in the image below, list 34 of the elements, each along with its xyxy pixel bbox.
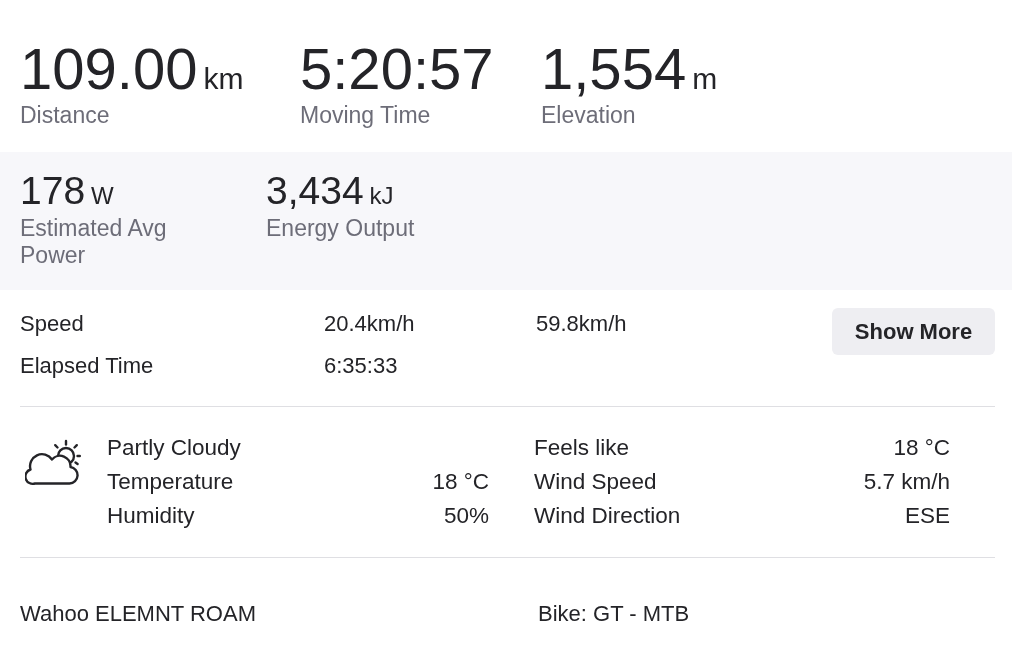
stat-value: 178: [20, 171, 86, 211]
stat-unit: kJ: [369, 181, 394, 211]
show-more-button[interactable]: Show More: [832, 308, 995, 355]
weather-value: 18 °C: [432, 469, 489, 495]
detail-label: Elapsed Time: [20, 353, 154, 379]
stat-label: Energy Output: [266, 215, 415, 242]
bike-name: Bike: GT - MTB: [538, 601, 690, 627]
weather-value: 18 °C: [893, 435, 950, 461]
weather-value: ESE: [904, 503, 950, 529]
stat-label: Estimated Avg Power: [20, 215, 168, 269]
stat-value: 109.00: [20, 40, 198, 98]
stat-unit: m: [692, 61, 718, 97]
detail-value: 59.8km/h: [536, 311, 627, 337]
weather-condition: Partly Cloudy: [107, 435, 241, 461]
weather-label: Feels like: [534, 435, 630, 461]
stat-value: 1,554: [541, 40, 687, 98]
weather-label: Wind Direction: [534, 503, 681, 529]
cloud-sun-icon: [25, 437, 81, 486]
weather-label: Temperature: [107, 469, 234, 495]
stat-label: Moving Time: [300, 102, 431, 128]
detail-label: Speed: [20, 311, 84, 337]
stat-label: Distance: [20, 102, 110, 128]
stat-value: 5:20:57: [300, 40, 494, 98]
weather-value: 5.7 km/h: [863, 469, 950, 495]
weather-label: Wind Speed: [534, 469, 657, 495]
device-name: Wahoo ELEMNT ROAM: [20, 601, 256, 626]
stat-value: 3,434: [266, 171, 364, 211]
weather-label: Humidity: [107, 503, 195, 529]
stat-unit: km: [203, 61, 244, 97]
detail-value: 6:35:33: [324, 353, 398, 379]
stat-unit: W: [91, 181, 114, 211]
weather-value: 50%: [443, 503, 489, 529]
stat-label: Elevation: [541, 102, 636, 128]
detail-value: 20.4km/h: [324, 311, 415, 337]
